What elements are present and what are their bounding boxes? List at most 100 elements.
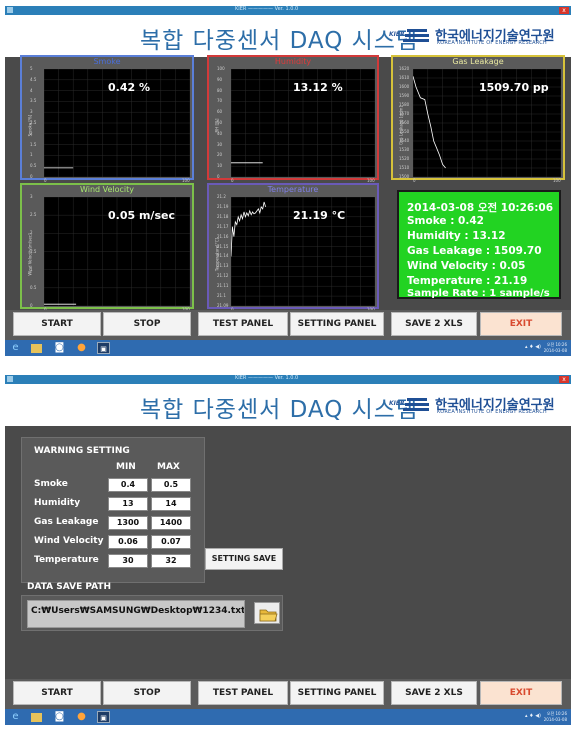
chart-title: Temperature <box>267 185 319 194</box>
status-summary: 2014-03-08 오전 10:26:06 Smoke : 0.42 Humi… <box>397 190 561 299</box>
status-sample-rate: Sample Rate : 1 sample/s <box>407 288 550 299</box>
series-line <box>413 76 446 169</box>
warning-max-input[interactable]: 1400 <box>151 516 191 530</box>
y-tick-label: 1610 <box>399 75 410 80</box>
y-tick-label: 21.18 <box>217 213 229 219</box>
chart-readout: 1509.70 pp <box>479 81 549 94</box>
explorer-icon[interactable] <box>31 344 42 353</box>
y-tick-label: 0 <box>30 174 33 179</box>
kier-logo: KIER 한국에너지기술연구원 KOREA INSTITUTE OF ENERG… <box>389 395 567 417</box>
firefox-icon[interactable]: ● <box>75 711 88 723</box>
warning-max-input[interactable]: 0.5 <box>151 478 191 492</box>
exit-button[interactable]: EXIT <box>480 681 562 705</box>
chart-readout: 13.12 % <box>293 81 343 94</box>
warning-row-label: Smoke <box>34 479 68 489</box>
data-save-path-title: DATA SAVE PATH <box>27 582 112 592</box>
x-tick-label: 0 <box>413 178 416 183</box>
folder-icon <box>259 609 278 622</box>
y-axis-label: Temperature[°C] <box>214 237 220 271</box>
y-tick-label: 0 <box>30 303 33 308</box>
chart-readout: 0.42 % <box>108 81 150 94</box>
start-button[interactable]: START <box>13 312 101 336</box>
y-axis-label: Gas Leakage [ppm] <box>398 105 404 146</box>
app-header: 복합 다중센서 DAQ 시스템 KIER 한국에너지기술연구원 KOREA IN… <box>5 15 571 57</box>
app-header: 복합 다중센서 DAQ 시스템 KIER 한국에너지기술연구원 KOREA IN… <box>5 384 571 426</box>
warning-setting-title: WARNING SETTING <box>34 446 130 456</box>
media-icon[interactable]: ◙ <box>53 711 66 723</box>
y-tick-label: 21.09 <box>217 303 229 308</box>
y-tick-label: 0 <box>217 174 220 179</box>
y-tick-label: 0.5 <box>30 163 37 169</box>
logo-english-name: KOREA INSTITUTE OF ENERGY RESEARCH <box>437 40 547 46</box>
kier-logo-mark: KIER <box>389 28 429 44</box>
y-axis-label: RH [%] <box>214 118 220 133</box>
close-icon[interactable]: x <box>559 376 569 383</box>
status-gas: Gas Leakage : 1509.70 <box>407 245 542 257</box>
y-tick-label: 90 <box>217 76 223 82</box>
setting-panel-button[interactable]: SETTING PANEL <box>290 681 384 705</box>
monitor-screen: KIER ————— Ver. 1.0.0 x 복합 다중센서 DAQ 시스템 … <box>5 6 571 356</box>
exit-button[interactable]: EXIT <box>480 312 562 336</box>
taskbar-clock[interactable]: 오전 10:26 2014-03-08 <box>544 342 567 354</box>
stop-button[interactable]: STOP <box>103 312 191 336</box>
warning-min-input[interactable]: 0.4 <box>108 478 148 492</box>
y-tick-label: 10 <box>217 163 223 169</box>
status-smoke: Smoke : 0.42 <box>407 215 484 227</box>
taskbar: e ◙ ● ▣ ▴ ♦ ◀) 오전 10:26 2014-03-08 <box>5 709 571 725</box>
warning-min-input[interactable]: 30 <box>108 554 148 568</box>
system-tray[interactable]: ▴ ♦ ◀) <box>525 713 541 719</box>
y-tick-label: 1510 <box>399 165 410 170</box>
setting-panel-button[interactable]: SETTING PANEL <box>290 312 384 336</box>
taskbar-clock[interactable]: 오전 10:26 2014-03-08 <box>544 711 567 723</box>
setting-save-button[interactable]: SETTING SAVE <box>205 548 283 570</box>
browse-folder-button[interactable] <box>254 602 280 624</box>
start-button[interactable]: START <box>13 681 101 705</box>
chart-title: Wind Velocity <box>79 185 135 194</box>
warning-max-input[interactable]: 32 <box>151 554 191 568</box>
ie-icon[interactable]: e <box>9 342 22 354</box>
y-tick-label: 3 <box>30 194 33 199</box>
warning-setting-panel: WARNING SETTING MIN MAX Smoke 0.4 0.5 Humid… <box>21 437 205 583</box>
chart-readout: 0.05 m/sec <box>108 209 175 222</box>
page-title: 복합 다중센서 DAQ 시스템 <box>140 28 419 54</box>
warning-min-input[interactable]: 0.06 <box>108 535 148 549</box>
app-icon[interactable]: ▣ <box>97 342 110 354</box>
system-tray[interactable]: ▴ ♦ ◀) <box>525 344 541 350</box>
y-tick-label: 4 <box>30 87 33 93</box>
save-xls-button[interactable]: SAVE 2 XLS <box>391 312 477 336</box>
y-tick-label: 1620 <box>399 66 410 71</box>
chart-panel-smoke: Smoke 5 4.5 4 3.5 3 2.5 2 1.5 1 0.5 0 0 100 Smoke [%] 0… <box>20 55 194 183</box>
status-timestamp: 2014-03-08 오전 10:26:06 <box>407 202 554 214</box>
window-title: KIER ————— Ver. 1.0.0 <box>235 375 299 381</box>
app-icon[interactable]: ▣ <box>97 711 110 723</box>
explorer-icon[interactable] <box>31 713 42 722</box>
y-tick-label: 4.5 <box>30 76 37 82</box>
status-wind: Wind Velocity : 0.05 <box>407 260 526 272</box>
ie-icon[interactable]: e <box>9 711 22 723</box>
y-tick-label: 21.2 <box>217 194 226 199</box>
warning-min-input[interactable]: 13 <box>108 497 148 511</box>
window-titlebar: KIER ————— Ver. 1.0.0 x <box>5 6 571 15</box>
warning-min-input[interactable]: 1300 <box>108 516 148 530</box>
warning-max-input[interactable]: 0.07 <box>151 535 191 549</box>
save-xls-button[interactable]: SAVE 2 XLS <box>391 681 477 705</box>
y-axis-label: Wind Velocity[m/sec] <box>27 232 33 276</box>
page-title: 복합 다중센서 DAQ 시스템 <box>140 397 419 423</box>
warning-max-input[interactable]: 14 <box>151 497 191 511</box>
status-temperature: Temperature : 21.19 <box>407 275 528 287</box>
test-panel-button[interactable]: TEST PANEL <box>198 681 288 705</box>
y-tick-label: 21.19 <box>217 203 229 209</box>
data-save-path-panel: C:₩Users₩SAMSUNG₩Desktop₩1234.txt <box>21 595 283 631</box>
stop-button[interactable]: STOP <box>103 681 191 705</box>
warning-row-label: Temperature <box>34 555 99 565</box>
test-panel-button[interactable]: TEST PANEL <box>198 312 288 336</box>
close-icon[interactable]: x <box>559 7 569 14</box>
status-humidity: Humidity : 13.12 <box>407 230 506 242</box>
y-tick-label: 100 <box>217 66 225 71</box>
save-path-input[interactable]: C:₩Users₩SAMSUNG₩Desktop₩1234.txt <box>27 600 245 628</box>
y-tick-label: 1600 <box>399 84 410 89</box>
media-icon[interactable]: ◙ <box>53 342 66 354</box>
window-title: KIER ————— Ver. 1.0.0 <box>235 6 299 12</box>
firefox-icon[interactable]: ● <box>75 342 88 354</box>
y-tick-label: 0.5 <box>30 284 37 290</box>
